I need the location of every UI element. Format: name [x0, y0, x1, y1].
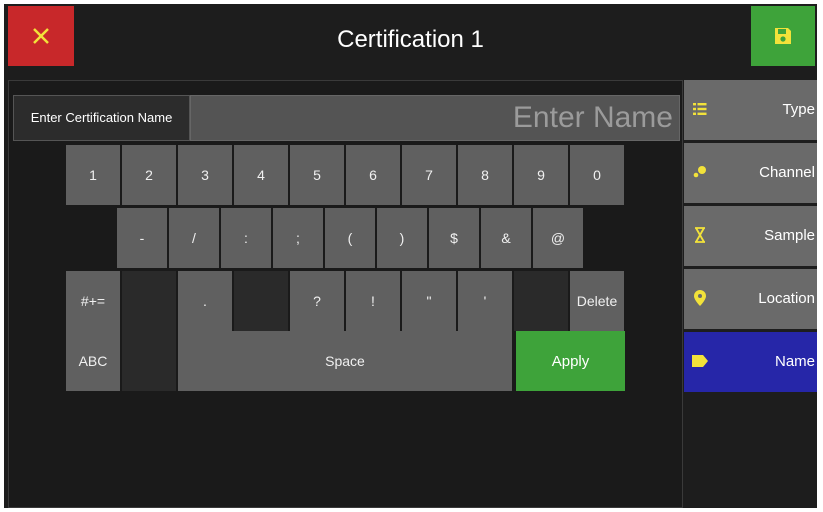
key-9[interactable]: 9	[514, 145, 568, 205]
sidebar-item-label: Location	[758, 290, 815, 307]
blank-key	[122, 271, 176, 331]
key-symbol[interactable]: )	[377, 208, 427, 268]
sidebar-item-sample[interactable]: Sample	[684, 206, 817, 266]
sidebar-item-label: Sample	[764, 227, 815, 244]
sidebar-item-channel[interactable]: Channel	[684, 143, 817, 203]
key-1[interactable]: 1	[66, 145, 120, 205]
tag-icon	[692, 352, 708, 370]
header: Certification 1	[4, 4, 817, 76]
name-row: Enter Certification Name Enter Name	[13, 95, 680, 141]
save-icon	[775, 28, 791, 44]
key-7[interactable]: 7	[402, 145, 456, 205]
sidebar-item-label: Channel	[759, 164, 815, 181]
name-input[interactable]: Enter Name	[190, 95, 680, 141]
sidebar-item-name[interactable]: Name	[684, 332, 817, 392]
key-symbol[interactable]: #+=	[66, 271, 120, 331]
key-symbol[interactable]: /	[169, 208, 219, 268]
name-field-label: Enter Certification Name	[13, 95, 190, 141]
key-symbol[interactable]: ;	[273, 208, 323, 268]
apply-button[interactable]: Apply	[516, 331, 625, 391]
key-symbol[interactable]: &	[481, 208, 531, 268]
key-8[interactable]: 8	[458, 145, 512, 205]
key-symbol[interactable]: $	[429, 208, 479, 268]
channel-icon	[692, 163, 708, 181]
blank-key	[122, 331, 176, 391]
blank-key	[514, 271, 568, 331]
list-icon	[692, 100, 708, 118]
page-title: Certification 1	[337, 26, 484, 53]
key-symbol[interactable]: (	[325, 208, 375, 268]
key-6[interactable]: 6	[346, 145, 400, 205]
close-icon	[33, 28, 49, 44]
space-key[interactable]: Space	[178, 331, 512, 391]
key-3[interactable]: 3	[178, 145, 232, 205]
key-symbol[interactable]: "	[402, 271, 456, 331]
keyboard-panel: Enter Certification Name Enter Name ABC …	[8, 80, 683, 508]
key-symbol[interactable]: '	[458, 271, 512, 331]
key-5[interactable]: 5	[290, 145, 344, 205]
key-symbol[interactable]: !	[346, 271, 400, 331]
key-symbol[interactable]: ?	[290, 271, 344, 331]
sidebar-item-type[interactable]: Type	[684, 80, 817, 140]
abc-key[interactable]: ABC	[66, 331, 120, 391]
save-button[interactable]	[751, 6, 815, 66]
key-2[interactable]: 2	[122, 145, 176, 205]
key-0[interactable]: 0	[570, 145, 624, 205]
key-symbol[interactable]: -	[117, 208, 167, 268]
close-button[interactable]	[8, 6, 74, 66]
location-pin-icon	[692, 289, 708, 307]
key-symbol[interactable]: .	[178, 271, 232, 331]
key-4[interactable]: 4	[234, 145, 288, 205]
sidebar-item-label: Type	[782, 101, 815, 118]
delete-key[interactable]: Delete	[570, 271, 624, 331]
key-symbol[interactable]: :	[221, 208, 271, 268]
key-symbol[interactable]: @	[533, 208, 583, 268]
sidebar-item-label: Name	[774, 353, 815, 370]
blank-key	[234, 271, 288, 331]
sidebar-item-location[interactable]: Location	[684, 269, 817, 329]
sidebar: Type Channel Sample Location Name	[684, 80, 817, 508]
app-frame: Certification 1 Enter Certification Name…	[4, 4, 817, 508]
hourglass-icon	[692, 226, 708, 244]
